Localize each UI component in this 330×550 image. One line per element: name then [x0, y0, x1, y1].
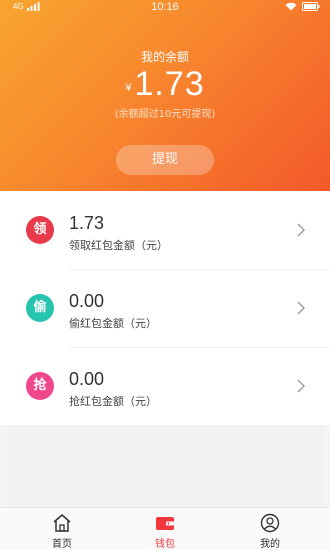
tab-mine[interactable]: 我的 — [215, 508, 325, 550]
item-amount: 0.00 — [69, 369, 105, 389]
tab-home[interactable]: 首页 — [7, 508, 117, 550]
chevron-right-icon — [297, 301, 305, 315]
status-right — [285, 2, 320, 11]
battery-icon — [302, 2, 320, 11]
status-bar: 4G 10:16 — [0, 0, 330, 16]
chevron-right-icon — [297, 379, 305, 393]
item-label: 抢红包金额（元） — [69, 395, 157, 408]
withdraw-button[interactable]: 提现 — [116, 145, 214, 175]
tab-label: 首页 — [52, 539, 72, 550]
tab-label: 钱包 — [155, 539, 175, 550]
grabbed-badge-icon: 抢 — [26, 372, 54, 400]
earnings-list: 领 1.73 领取红包金额（元） 偷 0.00 偷红包金额（元） 抢 0.00 … — [0, 191, 330, 425]
list-item-received[interactable]: 领 1.73 领取红包金额（元） — [0, 191, 330, 269]
tab-label: 我的 — [260, 539, 280, 550]
item-label: 偷红包金额（元） — [69, 317, 157, 330]
balance-header: 4G 10:16 我的余额 ¥1.73 (余额超过10元可提现) 提现 — [0, 0, 330, 191]
currency-symbol: ¥ — [125, 82, 132, 94]
withdraw-note: (余额超过10元可提现) — [114, 109, 216, 120]
list-item-stolen[interactable]: 偷 0.00 偷红包金额（元） — [0, 269, 330, 347]
empty-area — [8, 425, 322, 507]
stolen-badge-icon: 偷 — [26, 294, 54, 322]
bottom-tab-bar: 首页 钱包 我的 — [0, 507, 330, 550]
status-time: 10:16 — [151, 1, 179, 13]
tab-wallet[interactable]: 钱包 — [110, 508, 220, 550]
home-icon — [53, 514, 71, 532]
balance-amount: 1.73 — [134, 65, 205, 103]
wifi-icon — [285, 2, 297, 11]
received-badge-icon: 领 — [26, 216, 54, 244]
item-label: 领取红包金额（元） — [69, 239, 168, 252]
balance-value: ¥1.73 — [0, 65, 330, 104]
chevron-right-icon — [297, 223, 305, 237]
item-amount: 0.00 — [69, 291, 105, 311]
item-amount: 1.73 — [69, 213, 105, 233]
wallet-icon — [156, 517, 174, 530]
balance-title: 我的余额 — [140, 50, 189, 64]
list-item-grabbed[interactable]: 抢 0.00 抢红包金额（元） — [0, 347, 330, 425]
user-icon — [260, 513, 280, 533]
